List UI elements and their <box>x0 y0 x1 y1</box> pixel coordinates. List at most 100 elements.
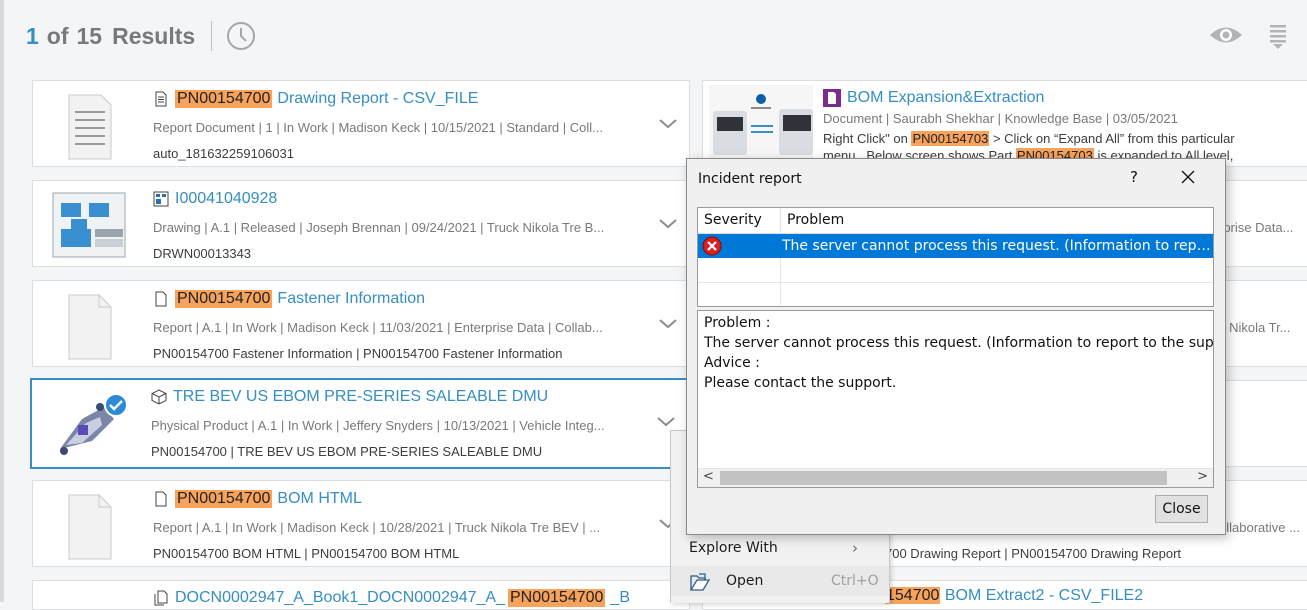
blank-page-icon <box>155 491 167 507</box>
open-icon <box>689 573 711 591</box>
result-subtitle: auto_181632259106031 <box>153 146 294 161</box>
result-total: 15 <box>76 22 103 49</box>
result-title[interactable]: PN00154700 Drawing Report - CSV_FILE <box>153 88 478 110</box>
result-subtitle-fragment: 700 Drawing Report | PN00154700 Drawing … <box>885 546 1182 561</box>
product-thumbnail <box>60 393 128 455</box>
drawing-thumbnail <box>52 192 126 258</box>
result-meta-fragment: ollaborative ... <box>1219 520 1300 535</box>
error-icon <box>702 236 722 256</box>
search-highlight: PN00154700 <box>175 290 273 308</box>
result-meta: Report Document | 1 | In Work | Madison … <box>153 120 603 135</box>
detail-problem-label: Problem : <box>704 315 771 331</box>
result-card[interactable]: I00041040928 Drawing | A.1 | Released | … <box>32 180 690 267</box>
table-row[interactable]: The server cannot process this request. … <box>698 234 1213 258</box>
result-title-link[interactable]: BOM Expansion&Extraction <box>847 89 1044 107</box>
result-card[interactable]: PN00154700 BOM HTML Report | A.1 | In Wo… <box>32 480 690 567</box>
row-divider <box>698 282 1213 283</box>
desc-text: > Click on “Expand All” from this partic… <box>989 131 1235 146</box>
desc-text: Right Click" on <box>823 131 912 146</box>
incident-details: Problem : The server cannot process this… <box>697 310 1214 488</box>
search-highlight: PN00154703 <box>911 131 990 146</box>
chevron-down-icon[interactable] <box>657 417 675 427</box>
incident-report-dialog: Incident report ? Severity Problem The s… <box>686 158 1226 535</box>
result-title-link[interactable]: I00041040928 <box>175 190 277 208</box>
bom-icon <box>823 89 841 107</box>
submenu-arrow-icon: › <box>852 539 858 557</box>
result-title-link[interactable]: DOCN0002947_A_Book1_DOCN0002947_A_ <box>175 589 505 607</box>
menu-item-explore-with[interactable]: Explore With › <box>671 533 889 563</box>
result-title-link[interactable]: TRE BEV US EBOM PRE-SERIES SALEABLE DMU <box>173 388 548 406</box>
close-icon[interactable] <box>1180 169 1196 185</box>
sort-list-icon[interactable] <box>1268 22 1288 50</box>
result-subtitle: DRWN00013343 <box>153 246 252 261</box>
blank-document-thumbnail <box>68 494 112 560</box>
result-meta: Report | A.1 | In Work | Madison Keck | … <box>153 320 603 335</box>
result-card[interactable]: BOM Expansion&Extraction Document | Saur… <box>702 80 1307 167</box>
detail-advice-text: Please contact the support. <box>704 375 897 391</box>
result-meta: Report | A.1 | In Work | Madison Keck | … <box>153 520 601 535</box>
result-meta-fragment: rprise Data... <box>1219 220 1294 235</box>
column-divider <box>780 258 781 306</box>
document-thumbnail <box>68 94 112 160</box>
result-title[interactable]: DOCN0002947_A_Book1_DOCN0002947_A_ PN001… <box>153 587 630 609</box>
result-title-link[interactable]: Fastener Information <box>277 290 425 308</box>
truck-thumbnail <box>709 85 813 165</box>
column-header-severity[interactable]: Severity <box>698 208 781 233</box>
scroll-right-arrow[interactable]: > <box>1197 469 1208 484</box>
result-title[interactable]: TRE BEV US EBOM PRE-SERIES SALEABLE DMU <box>151 386 548 408</box>
column-header-problem[interactable]: Problem <box>781 208 1213 233</box>
result-title[interactable]: I00041040928 <box>153 188 277 210</box>
physical-product-icon <box>151 389 167 405</box>
blank-document-thumbnail <box>68 294 112 360</box>
scroll-left-arrow[interactable]: < <box>703 469 714 484</box>
detail-problem-text: The server cannot process this request. … <box>704 335 1214 351</box>
result-subtitle: PN00154700 BOM HTML | PN00154700 BOM HTM… <box>153 546 460 561</box>
blank-page-icon <box>155 291 167 307</box>
chevron-down-icon[interactable] <box>659 119 677 129</box>
result-title[interactable]: PN00154700 BOM HTML <box>153 488 362 510</box>
left-edge-bar <box>0 0 4 602</box>
menu-item-label: Explore With <box>689 540 778 556</box>
clock-icon[interactable] <box>226 21 256 51</box>
menu-item-label: Open <box>726 573 764 589</box>
chevron-down-icon[interactable] <box>659 319 677 329</box>
row-problem-text: The server cannot process this request. … <box>782 238 1212 254</box>
of-label: of <box>46 22 69 49</box>
search-highlight: PN00154700 <box>508 589 606 607</box>
result-title-link[interactable]: Drawing Report - CSV_FILE <box>277 90 478 108</box>
result-title[interactable]: BOM Expansion&Extraction <box>823 89 1044 107</box>
search-highlight: 154700 <box>885 587 941 604</box>
result-meta: Physical Product | A.1 | In Work | Jeffe… <box>151 418 605 433</box>
chevron-down-icon[interactable] <box>659 219 677 229</box>
horizontal-scrollbar[interactable]: < > <box>698 468 1213 487</box>
detail-advice-label: Advice : <box>704 355 760 371</box>
result-meta-fragment: k Nikola Tr... <box>1219 320 1291 335</box>
result-card[interactable]: PN00154700 Fastener Information Report |… <box>32 280 690 367</box>
document-icon <box>155 91 167 107</box>
search-highlight: PN00154700 <box>175 490 273 508</box>
close-button[interactable]: Close <box>1155 495 1208 523</box>
results-count: 1 of 15 Results <box>26 20 256 52</box>
result-card[interactable]: PN00154700 Drawing Report - CSV_FILE Rep… <box>32 80 690 167</box>
header-divider <box>211 21 213 51</box>
help-button[interactable]: ? <box>1130 168 1138 186</box>
menu-item-shortcut: Ctrl+O <box>831 573 879 589</box>
result-meta: Document | Saurabh Shekhar | Knowledge B… <box>823 111 1178 126</box>
incident-table: Severity Problem The server cannot proce… <box>697 207 1214 307</box>
drawing-icon <box>153 191 169 207</box>
result-index: 1 <box>26 22 39 49</box>
result-title-link[interactable]: BOM HTML <box>277 490 361 508</box>
result-title-fragment[interactable]: 154700 BOM Extract2 - CSV_FILE2 <box>885 587 1143 605</box>
eye-icon[interactable] <box>1208 22 1244 48</box>
result-card-selected[interactable]: TRE BEV US EBOM PRE-SERIES SALEABLE DMU … <box>30 378 690 469</box>
result-card[interactable]: DOCN0002947_A_Book1_DOCN0002947_A_ PN001… <box>32 580 690 610</box>
result-title-link[interactable]: BOM Extract2 - CSV_FILE2 <box>940 587 1143 604</box>
result-title-link-suffix[interactable]: _B <box>610 589 630 607</box>
result-title[interactable]: PN00154700 Fastener Information <box>153 288 425 310</box>
scrollbar-thumb[interactable] <box>720 471 1167 485</box>
menu-item-open[interactable]: Open Ctrl+O <box>671 566 889 596</box>
result-subtitle: PN00154700 Fastener Information | PN0015… <box>153 346 563 361</box>
results-label: Results <box>112 22 196 49</box>
multi-document-icon <box>154 590 168 606</box>
result-meta: Drawing | A.1 | Released | Joseph Brenna… <box>153 220 605 235</box>
